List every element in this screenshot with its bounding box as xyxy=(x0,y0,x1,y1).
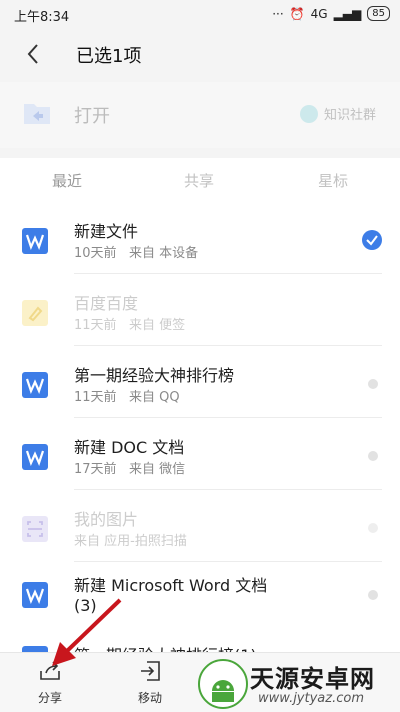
move-icon xyxy=(141,661,160,681)
file-name: 我的图片 xyxy=(74,510,139,529)
word-doc-icon xyxy=(22,228,48,254)
file-item: 百度百度 11天前 来自 便签 xyxy=(0,274,400,346)
word-doc-icon xyxy=(22,372,48,398)
file-list: 新建文件 10天前 来自 本设备 百度百度 11天前 来自 便签 第一期经验大神… xyxy=(0,202,400,652)
open-label: 打开 xyxy=(74,106,110,127)
move-button[interactable]: 移动 xyxy=(120,659,180,706)
status-signal: 4G xyxy=(310,6,328,21)
file-item: 我的图片 来自 应用-拍照扫描 xyxy=(0,490,400,562)
file-name: 第一期经验大神排行榜 xyxy=(74,366,235,385)
watermark-title: 天源安卓网 xyxy=(250,665,375,693)
file-item[interactable]: 新建 Microsoft Word 文档 (3) xyxy=(0,562,400,642)
status-icons: ··· ⏰ 4G ▂▄▆ 85 xyxy=(272,6,390,21)
watermark: 天源安卓网 www.jytyaz.com xyxy=(198,655,394,709)
android-logo-icon xyxy=(198,659,248,709)
file-meta: 17天前 来自 微信 xyxy=(74,462,186,477)
knowledge-icon xyxy=(299,104,318,123)
share-icon xyxy=(40,661,60,680)
share-label: 分享 xyxy=(37,691,62,705)
tab-shared[interactable]: 共享 xyxy=(184,170,214,191)
knowledge-community-button: 知识社群 xyxy=(299,104,376,123)
checkbox-unchecked[interactable] xyxy=(368,590,378,600)
file-item[interactable]: 新建文件 10天前 来自 本设备 xyxy=(0,202,400,274)
tab-starred[interactable]: 星标 xyxy=(318,170,348,191)
tab-recent[interactable]: 最近 xyxy=(52,170,82,191)
file-meta: 11天前 来自 便签 xyxy=(74,318,186,333)
watermark-url: www.jytyaz.com xyxy=(258,691,364,706)
file-name: 新建 DOC 文档 xyxy=(74,438,185,457)
page-title: 已选1项 xyxy=(76,46,142,67)
status-bar: 上午8:34 ··· ⏰ 4G ▂▄▆ 85 xyxy=(0,0,400,28)
share-button[interactable]: 分享 xyxy=(20,659,80,706)
checkmark-icon xyxy=(366,235,378,246)
file-name: 第一期经验大神排行榜(1) xyxy=(74,642,257,652)
file-name: 新建文件 xyxy=(74,222,139,241)
file-name: 新建 Microsoft Word 文档 xyxy=(74,576,268,595)
folder-share-icon xyxy=(24,104,50,124)
open-action-row: 打开 知识社群 xyxy=(0,82,400,148)
checkbox-disabled xyxy=(368,523,378,533)
file-name-line2: (3) xyxy=(74,596,97,615)
file-item-partial[interactable]: 第一期经验大神排行榜(1) xyxy=(0,634,400,652)
file-meta: 来自 应用-拍照扫描 xyxy=(74,534,187,549)
file-item[interactable]: 新建 DOC 文档 17天前 来自 微信 xyxy=(0,418,400,490)
file-meta: 11天前 来自 QQ xyxy=(74,390,180,405)
more-dots-icon: ··· xyxy=(272,6,284,21)
file-meta: 10天前 来自 本设备 xyxy=(74,246,199,261)
move-label: 移动 xyxy=(137,691,162,705)
file-name: 百度百度 xyxy=(74,294,139,313)
word-doc-icon xyxy=(22,444,48,470)
tab-bar: 最近 共享 星标 xyxy=(0,158,400,202)
word-doc-icon xyxy=(22,582,48,608)
checkbox-unchecked[interactable] xyxy=(368,379,378,389)
signal-bars-icon: ▂▄▆ xyxy=(333,6,362,21)
knowledge-label: 知识社群 xyxy=(323,108,376,123)
scan-image-icon xyxy=(22,516,48,542)
alarm-icon: ⏰ xyxy=(289,6,305,21)
back-arrow-icon[interactable] xyxy=(22,42,46,66)
note-icon xyxy=(22,300,48,326)
header: 已选1项 xyxy=(0,28,400,80)
checkbox-unchecked[interactable] xyxy=(368,451,378,461)
checkbox-checked[interactable] xyxy=(362,230,382,250)
status-time: 上午8:34 xyxy=(14,10,70,25)
file-item[interactable]: 第一期经验大神排行榜 11天前 来自 QQ xyxy=(0,346,400,418)
battery-level: 85 xyxy=(367,6,390,21)
